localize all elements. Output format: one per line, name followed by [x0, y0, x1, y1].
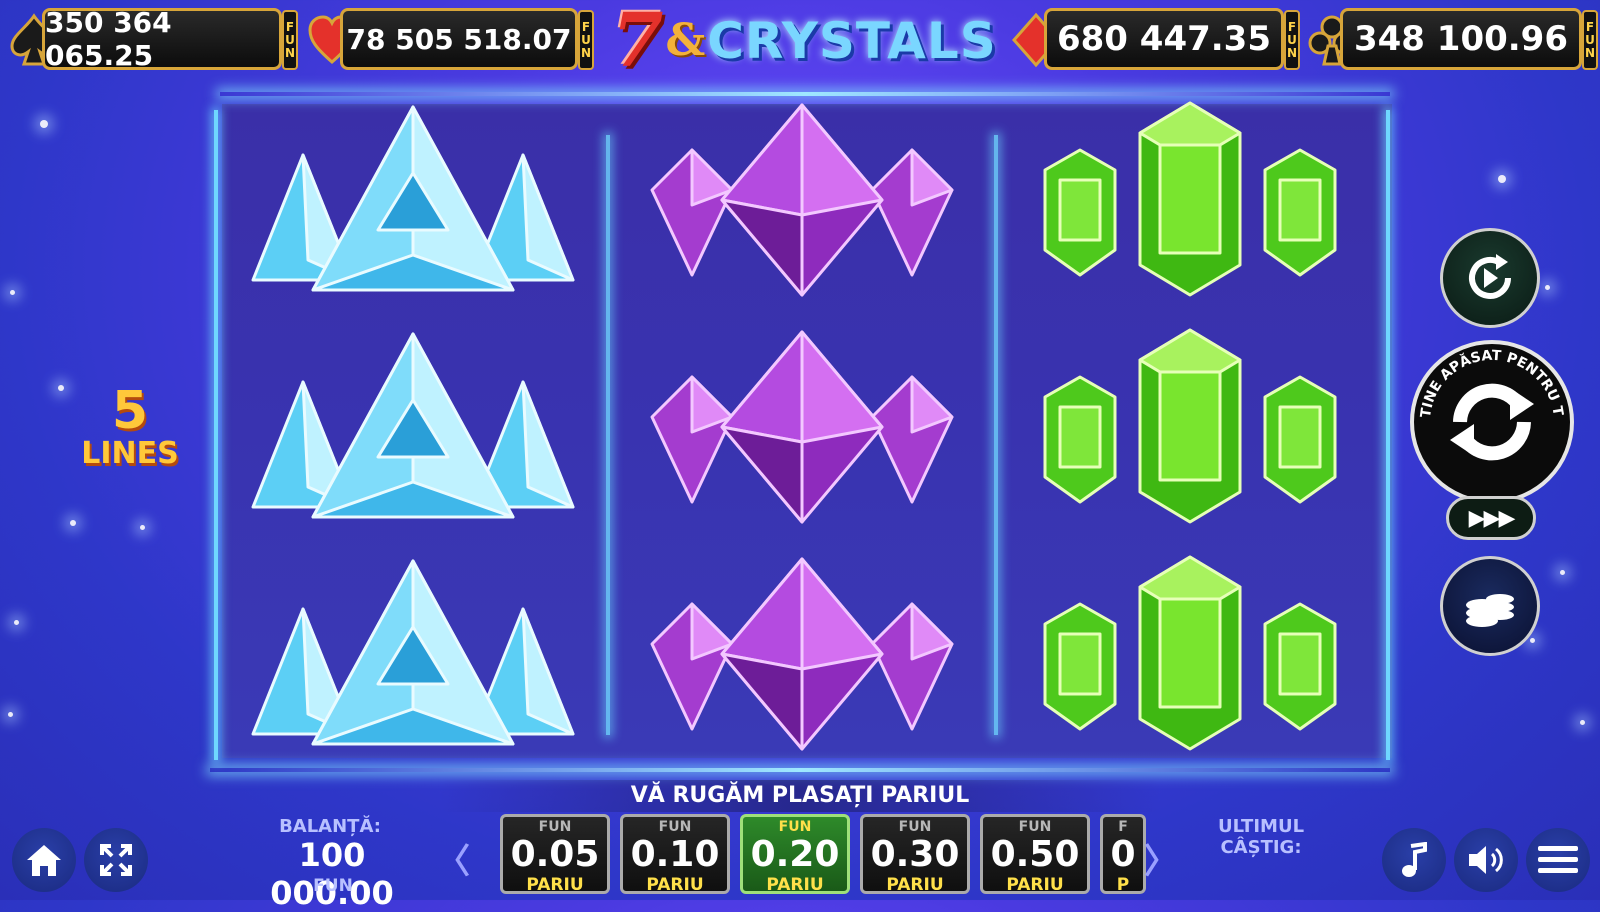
balance-value: 100 000.00	[270, 836, 394, 912]
bet-value: 0.10	[630, 834, 720, 875]
bet-label: PARIU	[646, 875, 704, 895]
bet-value: 0	[1110, 834, 1136, 875]
sound-button[interactable]	[1454, 828, 1518, 892]
bet-currency: FUN	[1018, 819, 1052, 835]
reel-divider	[606, 135, 610, 735]
jackpot-diamond: 680 447.35 FUN	[1010, 6, 1302, 76]
spin-icon: TINE APĂSAT PENTRU TURBO SPIN	[1408, 332, 1566, 461]
menu-button[interactable]	[1526, 828, 1590, 892]
reel-bottom-border	[210, 768, 1390, 772]
background-sparkle	[140, 525, 145, 530]
bet-option-button[interactable]: FUN 0.50 PARIU	[980, 814, 1090, 895]
bet-value: 0.50	[990, 834, 1080, 875]
jackpot-value: 78 505 518.07	[340, 8, 578, 70]
background-sparkle	[70, 520, 76, 526]
bet-label: PARIU	[526, 875, 584, 895]
turbo-spin-hint: TINE APĂSAT PENTRU TURBO SPIN	[1408, 332, 1566, 419]
bet-label: PARIU	[766, 875, 824, 895]
bet-currency: FUN	[898, 819, 932, 835]
jackpot-value: 350 364 065.25	[42, 6, 282, 72]
bet-option-button[interactable]: F 0 P	[1100, 814, 1146, 894]
logo-title: CRYSTALS	[707, 12, 997, 70]
bet-currency: FUN	[538, 819, 572, 835]
balance-label: BALANȚĂ:	[279, 816, 381, 837]
turbo-button[interactable]: ▶▶▶	[1446, 496, 1536, 540]
jackpot-value: 680 447.35	[1044, 8, 1284, 70]
purple-gem-crystal-symbol	[622, 95, 982, 305]
blue-triangle-crystal-symbol	[233, 549, 593, 759]
game-logo: 7 & CRYSTALS	[612, 0, 996, 84]
background-sparkle	[1560, 570, 1565, 575]
svg-text:TINE APĂSAT PENTRU TURBO SPIN: TINE APĂSAT PENTRU TURBO SPIN	[1414, 344, 1566, 419]
green-emerald-crystal-symbol	[1010, 95, 1370, 305]
bet-currency: F	[1118, 819, 1128, 835]
background-sparkle	[1498, 175, 1506, 183]
green-emerald-crystal-symbol	[1010, 322, 1370, 532]
background-sparkle	[40, 120, 48, 128]
bet-option-button[interactable]: FUN 0.10 PARIU	[620, 814, 730, 895]
fullscreen-icon	[100, 844, 132, 876]
autoplay-button[interactable]	[1440, 228, 1540, 328]
menu-icon	[1538, 846, 1578, 873]
coins-icon	[1466, 594, 1514, 627]
blue-triangle-crystal-symbol	[233, 322, 593, 532]
paylines-count: 5	[111, 381, 149, 441]
fullscreen-button[interactable]	[84, 828, 148, 892]
fun-badge: FUN	[578, 10, 594, 70]
home-icon	[27, 845, 61, 876]
bet-option-button[interactable]: FUN 0.30 PARIU	[860, 814, 970, 895]
autoplay-icon	[1469, 254, 1511, 299]
bet-menu-button[interactable]	[1440, 556, 1540, 656]
fun-badge: FUN	[1582, 10, 1598, 70]
bet-currency: FUN	[778, 819, 812, 835]
jackpot-heart: 78 505 518.07 FUN	[306, 6, 596, 76]
jackpot-club: 348 100.96 FUN	[1306, 6, 1598, 76]
purple-gem-crystal-symbol	[622, 322, 982, 532]
turbo-icon: ▶▶▶	[1468, 505, 1516, 531]
logo-ampersand: &	[665, 15, 706, 66]
background-sparkle	[1545, 285, 1550, 290]
bet-prev-arrow[interactable]: 〈	[436, 834, 470, 883]
bet-option-button[interactable]: FUN 0.05 PARIU	[500, 814, 610, 895]
paylines-label: LINES	[81, 436, 179, 471]
status-message: VĂ RUGĂM PLASAȚI PARIUL	[440, 780, 1160, 812]
green-emerald-crystal-symbol	[1010, 549, 1370, 759]
jackpot-spade: 350 364 065.25 FUN	[8, 6, 300, 76]
purple-gem-crystal-symbol	[622, 549, 982, 759]
background-sparkle	[14, 620, 19, 625]
music-icon	[1402, 842, 1427, 877]
jackpot-value: 348 100.96	[1340, 8, 1582, 70]
bet-currency: FUN	[658, 819, 692, 835]
background-sparkle	[1530, 638, 1535, 643]
reel-divider	[214, 110, 218, 760]
bet-next-arrow[interactable]: 〉	[1144, 834, 1178, 883]
reel-divider	[994, 135, 998, 735]
background-sparkle	[1580, 720, 1585, 725]
background-sparkle	[10, 290, 15, 295]
music-button[interactable]	[1382, 828, 1446, 892]
balance-currency: FUN	[313, 876, 353, 896]
home-button[interactable]	[12, 828, 76, 892]
bet-label: PARIU	[1006, 875, 1064, 895]
fun-badge: FUN	[1284, 10, 1300, 70]
background-sparkle	[58, 385, 64, 391]
bet-value: 0.05	[510, 834, 600, 875]
fun-badge: FUN	[282, 10, 298, 70]
bet-label: P	[1116, 875, 1130, 894]
bet-value: 0.30	[870, 834, 960, 875]
logo-seven: 7	[612, 0, 664, 84]
spin-button[interactable]: TINE APĂSAT PENTRU TURBO SPIN	[1408, 332, 1574, 504]
sound-icon	[1469, 846, 1503, 874]
bet-option-button[interactable]: FUN 0.20 PARIU	[740, 814, 850, 895]
last-win-label: ULTIMUL CÂȘTIG:	[1217, 816, 1305, 858]
bet-label: PARIU	[886, 875, 944, 895]
bet-value: 0.20	[750, 834, 840, 875]
background-sparkle	[8, 712, 13, 717]
reel-divider	[1386, 110, 1390, 760]
paylines-indicator: 5 LINES	[70, 385, 190, 471]
blue-triangle-crystal-symbol	[233, 95, 593, 305]
